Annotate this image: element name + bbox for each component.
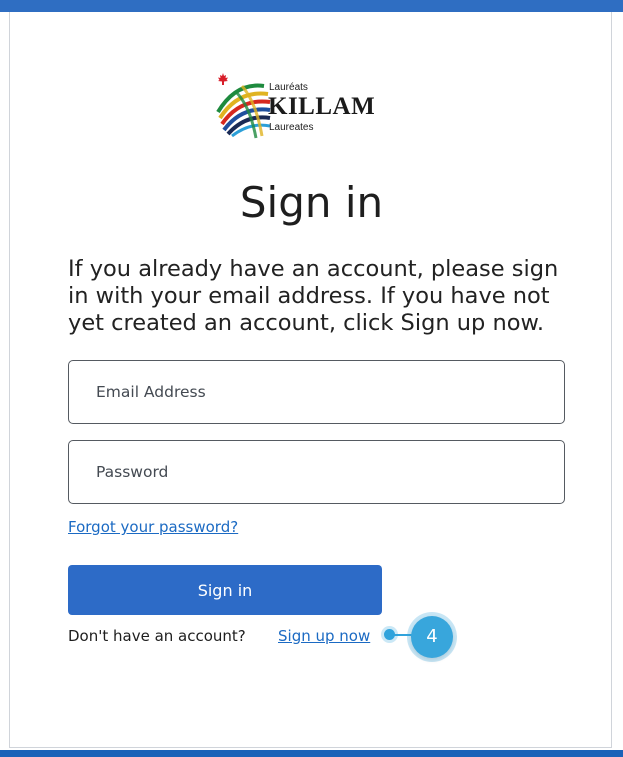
signin-button[interactable]: Sign in <box>68 565 382 615</box>
browser-frame: Lauréats KILLAM Laureates Sign in If you… <box>0 0 623 757</box>
page-title: Sign in <box>239 178 384 227</box>
email-field-container <box>68 360 565 424</box>
no-account-text: Don't have an account? <box>68 627 246 645</box>
password-field-container <box>68 440 565 504</box>
logo-bottom-text: Laureates <box>269 122 314 133</box>
intro-text: If you already have an account, please s… <box>68 256 559 336</box>
email-field[interactable] <box>69 361 564 423</box>
forgot-password-link[interactable]: Forgot your password? <box>68 518 238 536</box>
signup-link[interactable]: Sign up now <box>278 627 370 645</box>
killam-logo: Lauréats KILLAM Laureates <box>216 72 423 146</box>
maple-leaf-icon <box>218 73 228 85</box>
step-callout-badge: 4 <box>411 616 453 658</box>
callout-dot <box>384 629 395 640</box>
logo-top-text: Lauréats <box>269 82 308 93</box>
window-top-bar <box>0 0 623 12</box>
window-bottom-bar <box>0 750 623 757</box>
logo-main-text: KILLAM <box>268 93 376 120</box>
password-field[interactable] <box>69 441 564 503</box>
